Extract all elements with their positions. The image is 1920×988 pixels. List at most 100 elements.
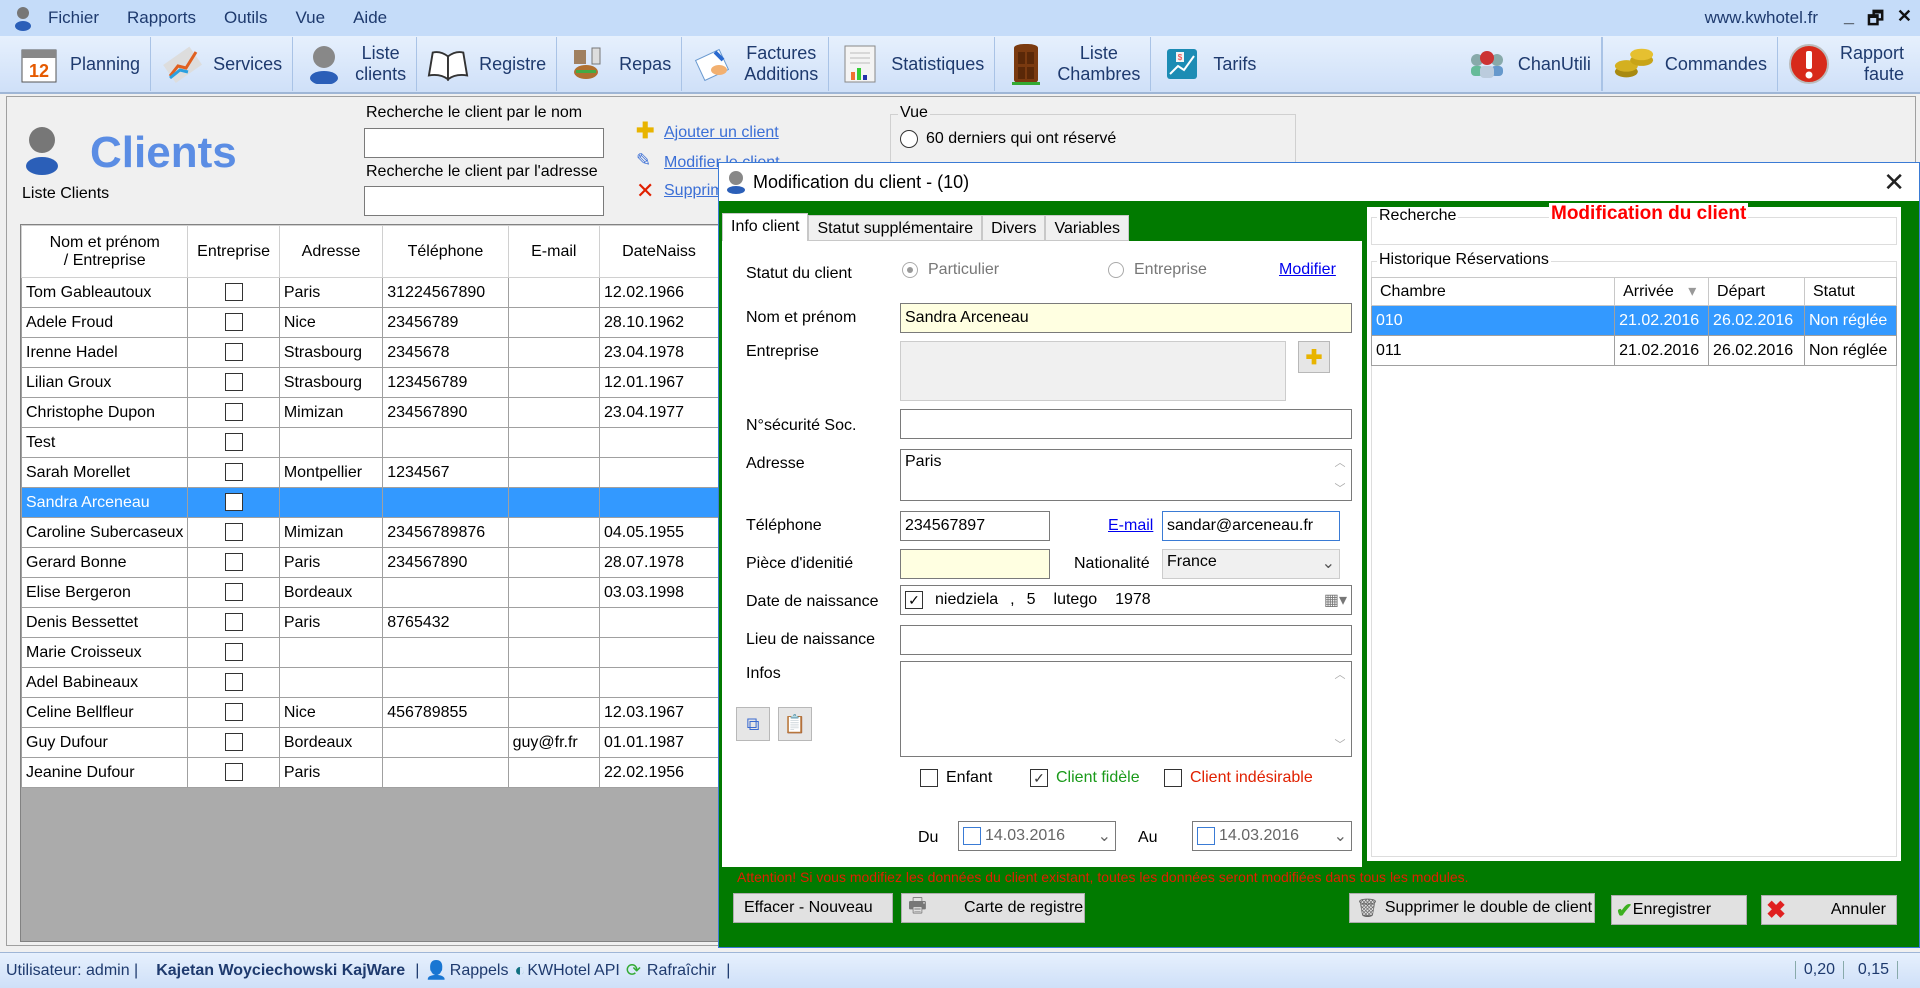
naiss-cell[interactable]: 22.02.1956 — [599, 757, 719, 788]
adresse-cell[interactable]: Mimizan — [278, 397, 384, 428]
checkbox-checked-icon[interactable]: ✓ — [1030, 769, 1048, 787]
api-link[interactable]: KWHotel API — [527, 962, 619, 980]
client-indesirable-checkbox[interactable]: Client indésirable — [1164, 769, 1313, 787]
table-row[interactable]: Elise Bergeron Bordeaux 03.03.1998 — [21, 577, 719, 608]
tab-statut-supplementaire[interactable]: Statut supplémentaire — [808, 215, 983, 241]
au-date-picker[interactable]: 14.03.2016 ⌄ — [1192, 821, 1352, 851]
name-cell[interactable]: Celine Bellfleur — [21, 697, 189, 728]
name-cell[interactable]: Elise Bergeron — [21, 577, 189, 608]
checkbox-icon[interactable] — [224, 283, 243, 302]
table-row[interactable]: Celine Bellfleur Nice 456789855 12.03.1967 — [21, 697, 719, 728]
entreprise-cell[interactable] — [187, 427, 280, 458]
entreprise-cell[interactable] — [187, 577, 280, 608]
tab-info-client[interactable]: Info client — [722, 213, 809, 243]
toolbar-registre[interactable]: Registre — [417, 37, 558, 91]
adresse-cell[interactable]: Paris — [278, 607, 384, 638]
checkbox-icon[interactable] — [224, 313, 243, 332]
checkbox-icon[interactable] — [224, 523, 243, 542]
paste-button[interactable]: 📋 — [778, 707, 812, 741]
table-row[interactable]: Test — [21, 427, 719, 458]
adresse-cell[interactable]: Bordeaux — [278, 577, 384, 608]
checkbox-icon[interactable] — [224, 733, 243, 752]
name-cell[interactable]: Adele Froud — [21, 307, 189, 338]
name-cell[interactable]: Lilian Groux — [21, 367, 189, 398]
table-row[interactable]: Lilian Groux Strasbourg 123456789 12.01.196… — [21, 367, 719, 398]
checkbox-icon[interactable] — [224, 703, 243, 722]
checkbox-icon[interactable] — [224, 763, 243, 782]
checkbox-icon[interactable] — [963, 827, 981, 845]
tel-cell[interactable]: 1234567 — [382, 457, 509, 488]
tel-cell[interactable]: 234567890 — [382, 397, 509, 428]
column-header[interactable]: Entreprise — [187, 225, 280, 278]
date-checkbox[interactable]: ✓ — [905, 591, 923, 609]
name-cell[interactable]: Irenne Hadel — [21, 337, 189, 368]
entreprise-cell[interactable] — [187, 367, 280, 398]
tel-cell[interactable] — [382, 727, 509, 758]
table-row[interactable]: Adele Froud Nice 23456789 28.10.1962 — [21, 307, 719, 338]
checkbox-icon[interactable] — [1164, 769, 1182, 787]
infos-textarea[interactable]: ︿ ﹀ — [900, 661, 1352, 757]
table-row[interactable]: Gerard Bonne Paris 234567890 28.07.1978 — [21, 547, 719, 578]
adresse-cell[interactable]: Nice — [278, 697, 384, 728]
checkbox-icon[interactable] — [224, 463, 243, 482]
tel-cell[interactable]: 8765432 — [382, 607, 509, 638]
naiss-cell[interactable]: 01.01.1987 — [599, 727, 719, 758]
adresse-scrollbar[interactable]: ︿ ﹀ — [1333, 454, 1347, 496]
depart-cell[interactable]: 26.02.2016 — [1708, 305, 1805, 336]
name-cell[interactable]: Test — [21, 427, 189, 458]
checkbox-icon[interactable] — [224, 673, 243, 692]
naiss-cell[interactable]: 03.03.1998 — [599, 577, 719, 608]
adresse-cell[interactable] — [278, 487, 384, 518]
email-cell[interactable] — [507, 487, 601, 518]
tel-cell[interactable]: 123456789 — [382, 367, 509, 398]
naiss-cell[interactable]: 12.02.1966 — [599, 277, 719, 308]
name-cell[interactable]: Sandra Arceneau — [21, 487, 189, 518]
tab-variables[interactable]: Variables — [1045, 215, 1129, 241]
entreprise-cell[interactable] — [187, 337, 280, 368]
tel-cell[interactable]: 456789855 — [382, 697, 509, 728]
name-cell[interactable]: Guy Dufour — [21, 727, 189, 758]
checkbox-icon[interactable] — [224, 403, 243, 422]
menu-rapports[interactable]: Rapports — [127, 8, 196, 28]
toolbar-services[interactable]: Services — [151, 37, 294, 91]
toolbar-statistiques[interactable]: Statistiques — [829, 37, 996, 91]
toolbar-factures[interactable]: Factures Additions — [682, 37, 830, 91]
table-row[interactable]: Christophe Dupon Mimizan 234567890 23.04.19… — [21, 397, 719, 428]
email-cell[interactable] — [507, 337, 601, 368]
column-header[interactable]: Téléphone — [382, 225, 509, 278]
restore-button[interactable]: 🗗 — [1867, 6, 1884, 36]
name-cell[interactable]: Gerard Bonne — [21, 547, 189, 578]
name-cell[interactable]: Caroline Subercaseux — [21, 517, 189, 548]
adresse-cell[interactable] — [278, 427, 384, 458]
vue-option-60-derniers[interactable]: 60 derniers qui ont réservé — [900, 130, 1116, 148]
reservation-row[interactable]: 011 21.02.2016 26.02.2016 Non réglée — [1370, 335, 1897, 366]
adresse-cell[interactable]: Nice — [278, 307, 384, 338]
table-row[interactable]: Jeanine Dufour Paris 22.02.1956 — [21, 757, 719, 788]
secu-input[interactable] — [900, 409, 1352, 439]
email-cell[interactable] — [507, 397, 601, 428]
table-row[interactable]: Adel Babineaux — [21, 667, 719, 698]
naiss-cell[interactable] — [599, 637, 719, 668]
toolbar-commandes[interactable]: Commandes — [1601, 37, 1777, 91]
close-app-button[interactable]: ✕ — [1897, 6, 1912, 27]
table-row[interactable]: Marie Croisseux — [21, 637, 719, 668]
adresse-cell[interactable]: Mimizan — [278, 517, 384, 548]
naiss-cell[interactable]: 28.10.1962 — [599, 307, 719, 338]
column-header[interactable]: Adresse — [278, 225, 384, 278]
naiss-cell[interactable]: 12.03.1967 — [599, 697, 719, 728]
email-cell[interactable] — [507, 307, 601, 338]
nom-input[interactable] — [900, 303, 1352, 333]
tel-cell[interactable]: 234567890 — [382, 547, 509, 578]
supprimer-double-button[interactable]: 🗑 Supprimer le double de client — [1349, 893, 1595, 923]
tab-divers[interactable]: Divers — [982, 215, 1046, 241]
statut-cell[interactable]: Non réglée — [1804, 335, 1897, 366]
reservation-row[interactable]: 010 21.02.2016 26.02.2016 Non réglée — [1370, 305, 1897, 336]
adresse-cell[interactable]: Paris — [278, 277, 384, 308]
email-cell[interactable] — [507, 577, 601, 608]
adresse-cell[interactable]: Strasbourg — [278, 367, 384, 398]
add-entreprise-button[interactable]: ✚ — [1298, 341, 1330, 373]
checkbox-icon[interactable] — [1197, 827, 1215, 845]
tel-cell[interactable] — [382, 487, 509, 518]
email-cell[interactable]: guy@fr.fr — [507, 727, 601, 758]
statut-cell[interactable]: Non réglée — [1804, 305, 1897, 336]
